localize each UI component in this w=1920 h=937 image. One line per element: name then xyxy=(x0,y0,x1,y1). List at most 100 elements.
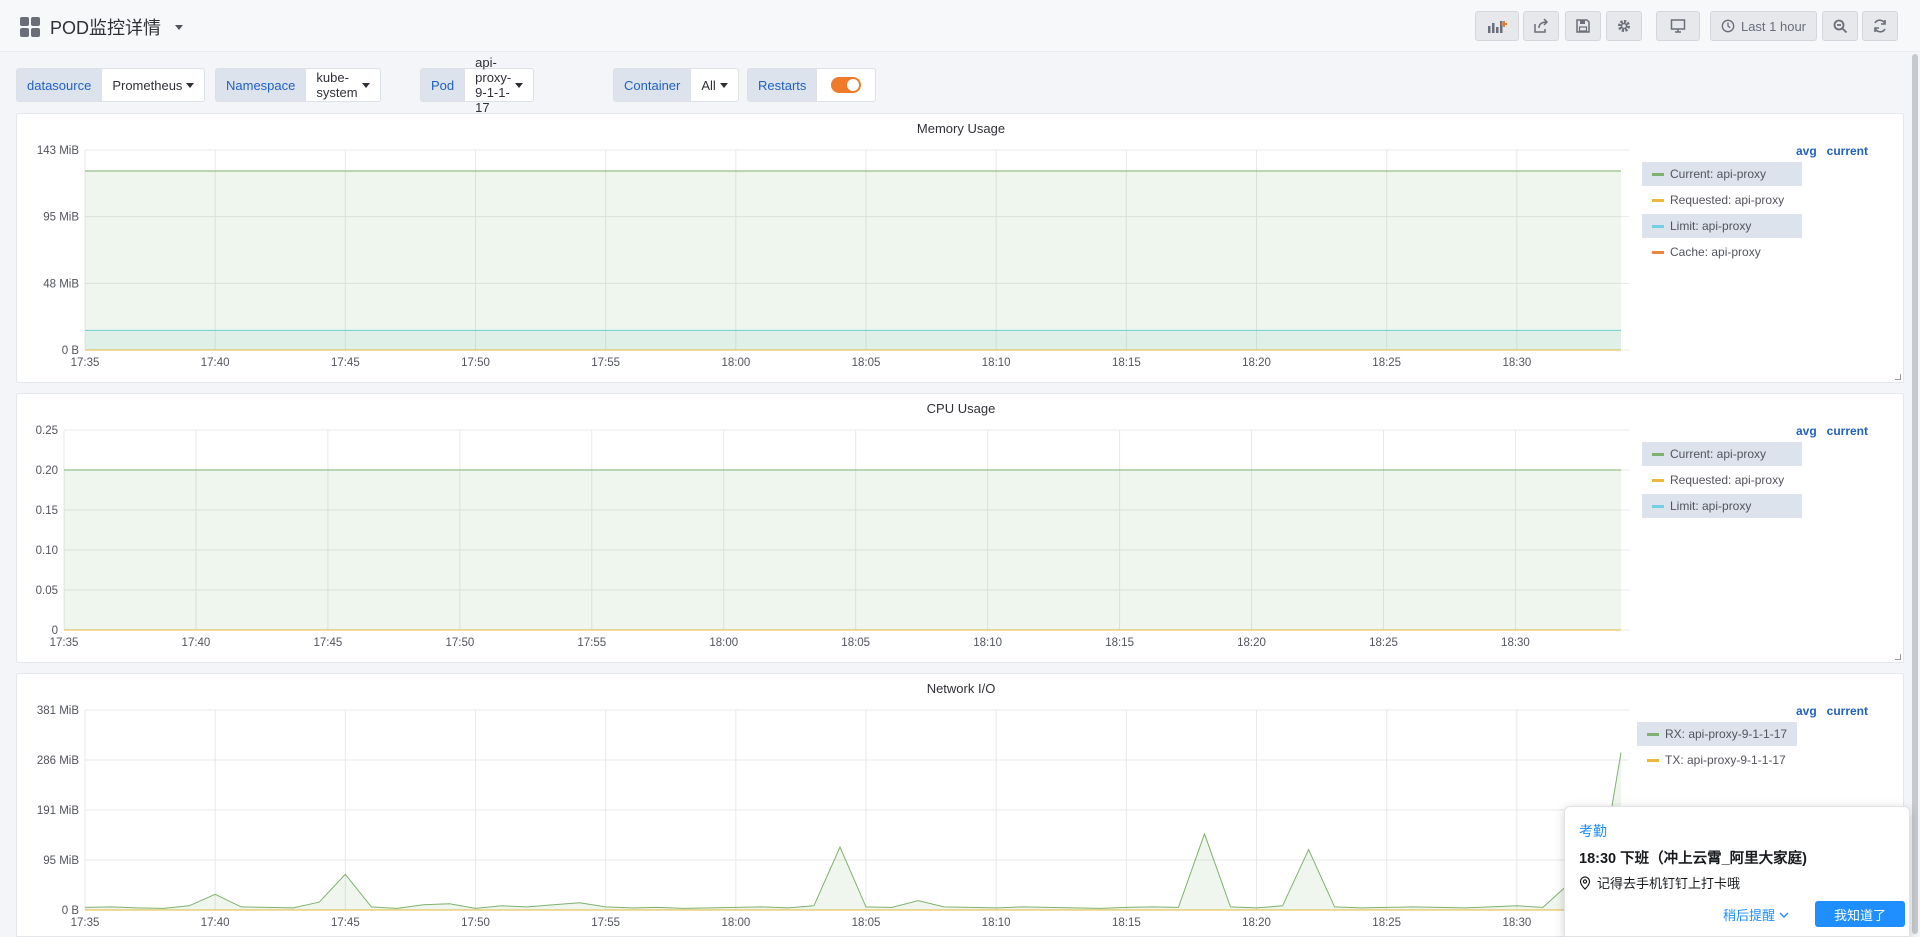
legend-label: Limit: api-proxy xyxy=(1670,219,1752,233)
legend-current-header[interactable]: current xyxy=(1827,144,1868,158)
y-tick-label: 381 MiB xyxy=(37,705,80,717)
x-tick-label: 17:55 xyxy=(591,357,620,369)
x-tick-label: 18:05 xyxy=(852,357,881,369)
legend-swatch xyxy=(1652,478,1664,482)
variable-value: api-proxy-9-1-1-17 xyxy=(475,55,512,115)
scrollbar-thumb[interactable] xyxy=(1912,54,1918,934)
x-tick-label: 17:55 xyxy=(577,637,606,649)
x-tick-label: 17:45 xyxy=(331,357,360,369)
notification-title: 18:30 下班（冲上云霄_阿里大家庭) xyxy=(1579,851,1808,867)
legend-item[interactable]: TX: api-proxy-9-1-1-17 xyxy=(1637,748,1797,772)
notification-subtitle-text: 记得去手机钉钉上打卡哦 xyxy=(1597,876,1741,891)
chevron-down-icon xyxy=(719,82,728,88)
refresh-icon xyxy=(1874,19,1886,33)
panel-resize-handle[interactable] xyxy=(1895,374,1901,380)
x-tick-label: 18:10 xyxy=(973,637,1002,649)
variable-label: Pod xyxy=(421,69,466,101)
y-tick-label: 0.05 xyxy=(36,585,58,597)
cpu-usage-chart[interactable]: 0.25 0.20 0.15 0.10 0.05 017:35 17:40 17:45 17:5… xyxy=(17,394,1657,664)
namespace-select[interactable]: kube-system xyxy=(306,69,379,101)
variable-pod: Pod api-proxy-9-1-1-17 xyxy=(420,55,535,115)
legend-swatch xyxy=(1652,172,1664,176)
legend-header: avg current xyxy=(1786,424,1868,438)
network-io-chart[interactable]: 381 MiB 286 MiB 191 MiB 95 MiB 0 B17:35 17:40… xyxy=(17,674,1657,937)
time-range-label: Last 1 hour xyxy=(1740,18,1807,34)
zoom-out-button[interactable] xyxy=(1822,11,1858,41)
legend-current-header[interactable]: current xyxy=(1827,424,1868,438)
legend-avg-header[interactable]: avg xyxy=(1796,424,1817,438)
share-button[interactable] xyxy=(1523,11,1559,41)
legend-avg-header[interactable]: avg xyxy=(1796,144,1817,158)
x-tick-label: 18:10 xyxy=(982,917,1011,929)
x-tick-label: 17:50 xyxy=(445,637,474,649)
apps-grid-icon xyxy=(20,17,40,37)
legend-label: Requested: api-proxy xyxy=(1670,193,1785,207)
save-icon xyxy=(1576,19,1590,33)
x-tick-label: 17:35 xyxy=(71,917,100,929)
legend-avg-header[interactable]: avg xyxy=(1796,704,1817,718)
x-tick-label: 17:45 xyxy=(331,917,360,929)
container-select[interactable]: All xyxy=(691,69,737,101)
datasource-select[interactable]: Prometheus xyxy=(102,69,204,101)
time-range-picker[interactable]: Last 1 hour xyxy=(1710,11,1817,41)
x-tick-label: 18:15 xyxy=(1112,357,1141,369)
save-dashboard-button[interactable] xyxy=(1565,11,1601,41)
legend-item[interactable]: Requested: api-proxy xyxy=(1642,188,1802,212)
legend-label: RX: api-proxy-9-1-1-17 xyxy=(1665,727,1788,741)
acknowledge-button[interactable]: 我知道了 xyxy=(1815,901,1905,927)
memory-usage-chart[interactable]: 143 MiB 95 MiB 48 MiB 0 B17:35 17:40 17:45 17:… xyxy=(17,114,1657,384)
variable-namespace: Namespace kube-system xyxy=(215,68,381,102)
x-tick-label: 18:05 xyxy=(841,637,870,649)
x-tick-label: 17:50 xyxy=(461,357,490,369)
series-area xyxy=(85,752,1621,910)
series-area xyxy=(64,470,1621,630)
variable-label: Restarts xyxy=(748,69,818,101)
page-scrollbar[interactable] xyxy=(1910,52,1920,937)
y-tick-label: 48 MiB xyxy=(43,278,79,290)
legend-item[interactable]: Current: api-proxy xyxy=(1642,162,1802,186)
dashboard-title-dropdown[interactable]: POD监控详情 xyxy=(20,14,184,40)
chevron-down-icon xyxy=(361,82,370,88)
x-tick-label: 18:30 xyxy=(1501,637,1530,649)
legend-item[interactable]: Current: api-proxy xyxy=(1642,442,1802,466)
memory-usage-panel: Memory Usage 143 MiB 95 MiB 48 MiB 0 B 17:35… xyxy=(16,113,1904,383)
x-tick-label: 18:15 xyxy=(1105,637,1134,649)
x-tick-label: 18:00 xyxy=(709,637,738,649)
x-tick-label: 17:45 xyxy=(314,637,343,649)
y-tick-label: 0.20 xyxy=(36,465,58,477)
gear-icon xyxy=(1618,20,1630,32)
y-tick-label: 0 xyxy=(52,625,58,637)
location-pin-icon xyxy=(1579,875,1591,890)
y-tick-label: 191 MiB xyxy=(37,805,80,817)
variable-value: Prometheus xyxy=(112,77,183,93)
legend-item[interactable]: Limit: api-proxy xyxy=(1642,214,1802,238)
settings-button[interactable] xyxy=(1606,11,1642,41)
legend-current-header[interactable]: current xyxy=(1827,704,1868,718)
variable-restarts: Restarts xyxy=(747,68,877,102)
legend-item[interactable]: Cache: api-proxy xyxy=(1642,240,1802,264)
y-tick-label: 0.15 xyxy=(36,505,58,517)
restarts-toggle[interactable] xyxy=(817,69,875,101)
legend-label: Limit: api-proxy xyxy=(1670,499,1752,513)
remind-later-button[interactable]: 稍后提醒 xyxy=(1723,905,1789,924)
legend-swatch xyxy=(1647,758,1659,762)
remind-later-label: 稍后提醒 xyxy=(1723,908,1776,923)
tv-mode-button[interactable] xyxy=(1656,11,1700,41)
x-tick-label: 18:00 xyxy=(721,357,750,369)
x-tick-label: 18:25 xyxy=(1372,917,1401,929)
y-tick-label: 95 MiB xyxy=(43,855,79,867)
add-panel-button[interactable] xyxy=(1475,11,1519,41)
panel-resize-handle[interactable] xyxy=(1895,654,1901,660)
pod-select[interactable]: api-proxy-9-1-1-17 xyxy=(465,55,533,115)
legend-item[interactable]: RX: api-proxy-9-1-1-17 xyxy=(1637,722,1797,746)
legend-header: avg current xyxy=(1786,144,1868,158)
legend-label: Current: api-proxy xyxy=(1670,447,1767,461)
legend-header: avg current xyxy=(1786,704,1868,718)
x-tick-label: 18:25 xyxy=(1369,637,1398,649)
toggle-switch xyxy=(831,77,862,93)
refresh-button[interactable] xyxy=(1862,11,1898,41)
legend-item[interactable]: Requested: api-proxy xyxy=(1642,468,1802,492)
bar-chart-plus-icon xyxy=(1488,21,1507,33)
legend-item[interactable]: Limit: api-proxy xyxy=(1642,494,1802,518)
x-tick-label: 18:20 xyxy=(1242,357,1271,369)
